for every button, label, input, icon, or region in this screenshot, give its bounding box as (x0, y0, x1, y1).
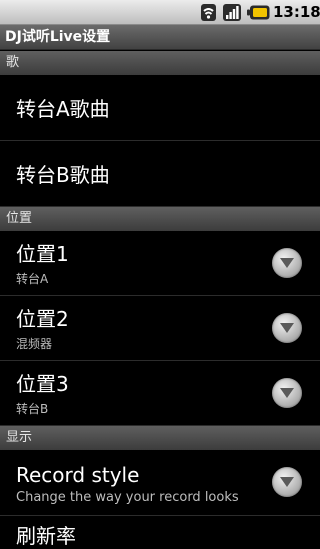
wifi-icon (201, 4, 216, 21)
pref-summary: Change the way your record looks (16, 490, 239, 505)
signal-icon (223, 4, 241, 21)
pref-position-3[interactable]: 位置3 转台B (0, 361, 320, 426)
section-header-display: 显示 (0, 426, 320, 450)
battery-icon (247, 5, 270, 20)
dropdown-arrow-icon[interactable] (272, 248, 302, 278)
section-header-label: 显示 (6, 430, 33, 445)
pref-title: 转台B歌曲 (16, 163, 110, 187)
pref-refresh-rate-title[interactable]: 刷新率 (16, 523, 76, 549)
title-bar: DJ试听Live设置 (0, 25, 320, 50)
pref-summary: 转台A (16, 272, 49, 286)
pref-summary: 混频器 (16, 337, 53, 351)
pref-song-turntable-b[interactable]: 转台B歌曲 (0, 141, 320, 207)
status-time: 13:18 (273, 3, 320, 21)
dropdown-arrow-icon[interactable] (272, 313, 302, 343)
pref-summary: 转台B (16, 402, 49, 416)
pref-record-style[interactable]: Record style Change the way your record … (0, 450, 320, 516)
pref-title: Record style (16, 463, 140, 487)
pref-title: 位置3 (16, 372, 69, 396)
pref-title: 位置2 (16, 307, 69, 331)
status-bar: 13:18 (0, 0, 320, 25)
dropdown-arrow-icon[interactable] (272, 467, 302, 497)
pref-position-1[interactable]: 位置1 转台A (0, 231, 320, 296)
pref-song-turntable-a[interactable]: 转台A歌曲 (0, 75, 320, 141)
pref-title: 位置1 (16, 242, 69, 266)
section-header-song: 歌 (0, 51, 320, 75)
pref-position-2[interactable]: 位置2 混频器 (0, 296, 320, 361)
page-title: DJ试听Live设置 (5, 29, 111, 45)
dropdown-arrow-icon[interactable] (272, 378, 302, 408)
section-header-label: 位置 (6, 211, 33, 226)
pref-title: 转台A歌曲 (16, 97, 110, 121)
section-header-position: 位置 (0, 207, 320, 231)
section-header-label: 歌 (6, 55, 20, 70)
